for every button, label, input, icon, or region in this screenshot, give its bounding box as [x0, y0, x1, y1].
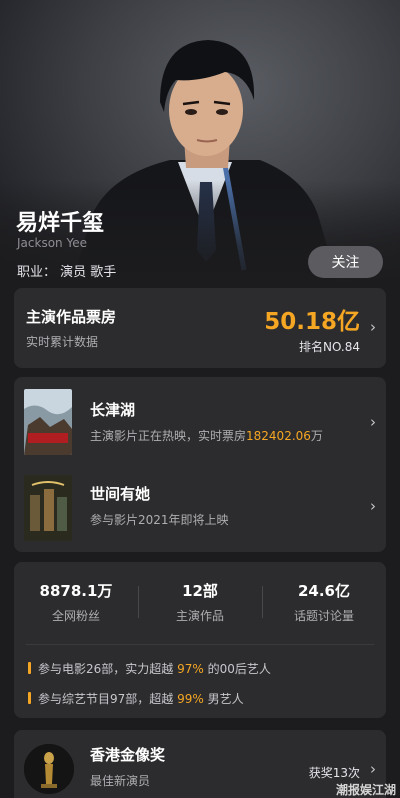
box-office-title: 主演作品票房: [26, 308, 117, 326]
movie-row[interactable]: 世间有她 参与影片2021年即将上映 ›: [14, 471, 386, 551]
box-office-highlight: 182402.06: [246, 429, 311, 443]
stat-value: 24.6亿: [297, 582, 350, 600]
artist-occupation: 职业： 演员 歌手: [17, 265, 117, 280]
bullet-marker: [28, 692, 31, 704]
stats-card: 8878.1万 全网粉丝 12部 主演作品 24.6亿 话题讨论量 参与电影26…: [14, 562, 386, 718]
artist-name: 易烊千玺: [16, 211, 105, 236]
movie-row[interactable]: 长津湖 主演影片正在热映，实时票房182402.06万 ›: [14, 383, 386, 463]
movie-description: 参与影片2021年即将上映: [90, 513, 229, 527]
divider: [26, 644, 374, 645]
trophy-icon: [24, 744, 74, 794]
box-office-card[interactable]: 主演作品票房 实时累计数据 50.18亿 排名NO.84 ›: [14, 288, 386, 368]
box-office-value: 50.18亿: [264, 309, 360, 335]
stat-label: 全网粉丝: [51, 609, 100, 623]
award-subtitle: 最佳新演员: [90, 774, 151, 788]
stat-label: 主演作品: [175, 609, 224, 623]
follow-button[interactable]: 关注: [308, 246, 383, 278]
movie-poster: [24, 389, 72, 455]
watermark-text: 潮报娱江湖: [335, 783, 396, 797]
award-card[interactable]: 香港金像奖 最佳新演员 获奖13次 ›: [14, 730, 386, 798]
artist-name-english: Jackson Yee: [17, 236, 87, 250]
chevron-right-icon: ›: [370, 413, 376, 431]
chevron-right-icon: ›: [370, 760, 376, 778]
award-title: 香港金像奖: [90, 746, 166, 764]
box-office-subtitle: 实时累计数据: [26, 335, 99, 349]
award-count: 获奖13次: [308, 766, 360, 780]
box-office-rank: 排名NO.84: [298, 340, 360, 354]
movie-title: 世间有她: [90, 485, 151, 503]
movie-title: 长津湖: [90, 401, 136, 419]
stat-value: 8878.1万: [39, 582, 113, 600]
movie-poster: [24, 475, 72, 541]
stat-value: 12部: [182, 582, 218, 600]
movies-card: 长津湖 主演影片正在热映，实时票房182402.06万 › 世间有她 参与影片2…: [14, 377, 386, 552]
chevron-right-icon: ›: [370, 497, 376, 515]
stat-note: 参与电影26部，实力超越 97% 的00后艺人: [38, 662, 271, 676]
stat-note: 参与综艺节目97部，超越 99% 男艺人: [38, 692, 244, 706]
stat-works: 12部 主演作品: [138, 580, 262, 624]
bullet-marker: [28, 662, 31, 674]
movie-description: 主演影片正在热映，实时票房182402.06万: [90, 429, 323, 443]
stat-fans: 8878.1万 全网粉丝: [14, 580, 138, 624]
chevron-right-icon: ›: [370, 318, 376, 336]
stat-label: 话题讨论量: [293, 609, 354, 623]
stat-discussion: 24.6亿 话题讨论量: [262, 580, 386, 624]
